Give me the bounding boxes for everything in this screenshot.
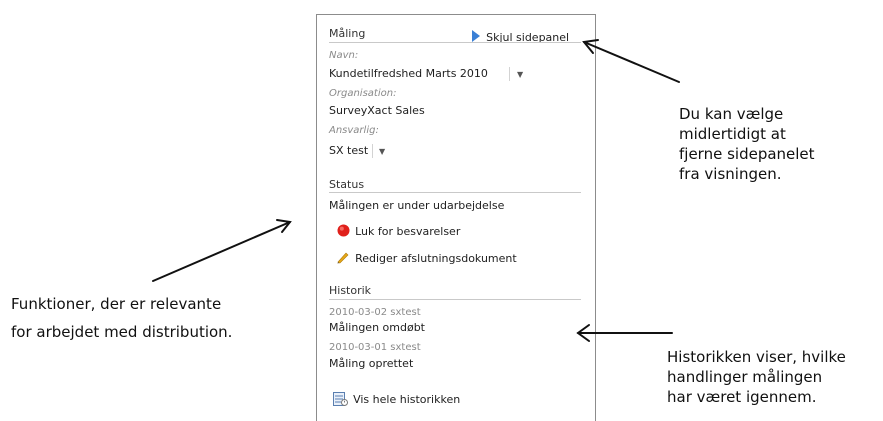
annotation-arrows [152, 39, 680, 342]
arrow-line [583, 41, 680, 83]
arrow-line [152, 221, 291, 282]
